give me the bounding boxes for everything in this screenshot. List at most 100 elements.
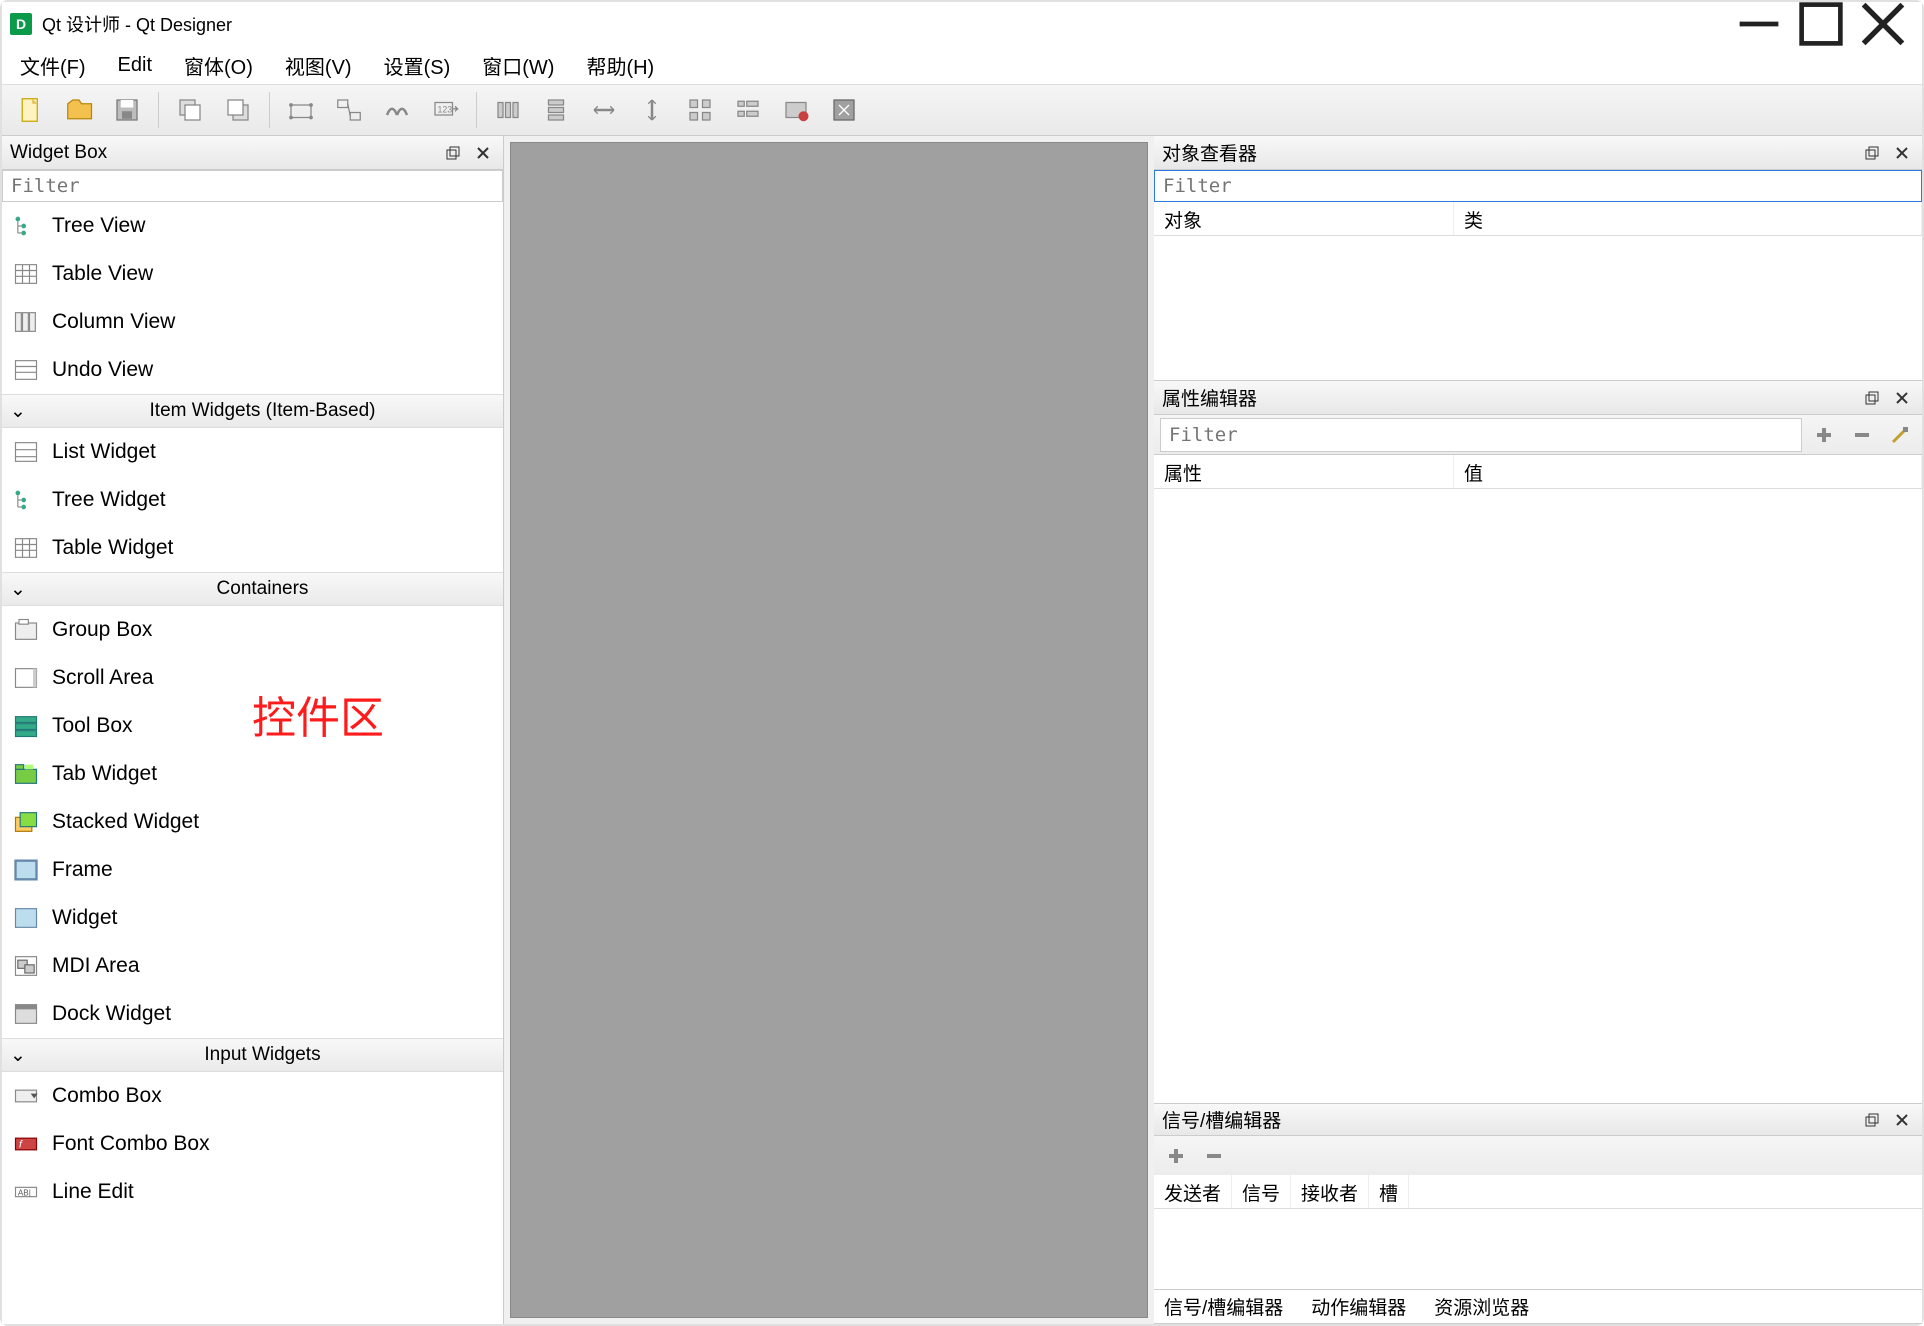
- add-property-icon[interactable]: [1808, 419, 1840, 451]
- signal-slot-body[interactable]: [1154, 1209, 1922, 1289]
- close-icon[interactable]: [1890, 141, 1914, 165]
- bring-front-button[interactable]: [217, 90, 259, 130]
- open-file-button[interactable]: [58, 90, 100, 130]
- property-editor-filter[interactable]: [1160, 418, 1802, 452]
- remove-connection-icon[interactable]: [1198, 1140, 1230, 1172]
- stacked-widget-icon: [12, 808, 40, 836]
- object-inspector-title: 对象查看器: [1162, 139, 1854, 166]
- undock-icon[interactable]: [1860, 141, 1884, 165]
- close-icon[interactable]: [471, 141, 495, 165]
- col-slot[interactable]: 槽: [1369, 1175, 1409, 1208]
- tab-resource-browser[interactable]: 资源浏览器: [1434, 1293, 1529, 1320]
- widget-item[interactable]: Dock Widget: [2, 990, 503, 1038]
- menu-settings[interactable]: 设置(S): [378, 49, 457, 82]
- widget-item[interactable]: Tab Widget: [2, 750, 503, 798]
- edit-widgets-button[interactable]: [280, 90, 322, 130]
- edit-buddies-button[interactable]: [376, 90, 418, 130]
- undock-icon[interactable]: [1860, 1108, 1884, 1132]
- layout-form-button[interactable]: [727, 90, 769, 130]
- widget-item[interactable]: List Widget: [2, 428, 503, 476]
- title-bar: D Qt 设计师 - Qt Designer: [2, 2, 1922, 46]
- undock-icon[interactable]: [1860, 386, 1884, 410]
- col-property[interactable]: 属性: [1154, 455, 1454, 488]
- new-file-button[interactable]: [10, 90, 52, 130]
- widget-item[interactable]: MDI Area: [2, 942, 503, 990]
- scroll-area-icon: [12, 664, 40, 692]
- widget-item[interactable]: Column View: [2, 298, 503, 346]
- widget-item-label: Tree View: [52, 214, 145, 238]
- undock-icon[interactable]: [441, 141, 465, 165]
- col-signal[interactable]: 信号: [1232, 1175, 1291, 1208]
- widget-item[interactable]: AB|Line Edit: [2, 1168, 503, 1216]
- group-box-icon: [12, 616, 40, 644]
- close-icon[interactable]: [1890, 386, 1914, 410]
- layout-hsplitter-button[interactable]: [583, 90, 625, 130]
- maximize-button[interactable]: [1790, 3, 1852, 45]
- menu-file[interactable]: 文件(F): [14, 49, 92, 82]
- object-inspector-body[interactable]: [1154, 236, 1922, 380]
- widget-item[interactable]: Widget: [2, 894, 503, 942]
- widget-category[interactable]: ⌄Containers: [2, 572, 503, 606]
- widget-tree[interactable]: Tree ViewTable ViewColumn ViewUndo View⌄…: [2, 202, 503, 1324]
- widget-item[interactable]: Group Box: [2, 606, 503, 654]
- edit-signals-button[interactable]: [328, 90, 370, 130]
- menu-help[interactable]: 帮助(H): [580, 49, 660, 82]
- widget-item[interactable]: Scroll Area: [2, 654, 503, 702]
- send-back-button[interactable]: [169, 90, 211, 130]
- chevron-down-icon: ⌄: [8, 1044, 28, 1067]
- widget-item-label: Font Combo Box: [52, 1132, 210, 1156]
- save-file-button[interactable]: [106, 90, 148, 130]
- property-editor-panel: 属性编辑器 属性 值: [1154, 381, 1922, 1104]
- add-connection-icon[interactable]: [1160, 1140, 1192, 1172]
- widget-box-filter[interactable]: [2, 170, 503, 202]
- remove-property-icon[interactable]: [1846, 419, 1878, 451]
- layout-vsplitter-button[interactable]: [631, 90, 673, 130]
- close-icon[interactable]: [1890, 1108, 1914, 1132]
- break-layout-button[interactable]: [775, 90, 817, 130]
- widget-item[interactable]: Table View: [2, 250, 503, 298]
- close-button[interactable]: [1852, 3, 1914, 45]
- widget-category[interactable]: ⌄Item Widgets (Item-Based): [2, 394, 503, 428]
- col-value[interactable]: 值: [1454, 455, 1922, 488]
- layout-hbox-button[interactable]: [487, 90, 529, 130]
- widget-item[interactable]: Tree View: [2, 202, 503, 250]
- dock-widget-icon: [12, 1000, 40, 1028]
- tab-action-editor[interactable]: 动作编辑器: [1311, 1293, 1406, 1320]
- col-sender[interactable]: 发送者: [1154, 1175, 1232, 1208]
- widget-item-label: List Widget: [52, 440, 156, 464]
- category-label: Input Widgets: [28, 1044, 497, 1066]
- widget-item[interactable]: Undo View: [2, 346, 503, 394]
- svg-text:AB|: AB|: [18, 1189, 31, 1198]
- widget-item[interactable]: Combo Box: [2, 1072, 503, 1120]
- widget-item-label: MDI Area: [52, 954, 140, 978]
- widget-category[interactable]: ⌄Input Widgets: [2, 1038, 503, 1072]
- col-object[interactable]: 对象: [1154, 202, 1454, 235]
- minimize-button[interactable]: [1728, 3, 1790, 45]
- form-canvas[interactable]: [510, 142, 1148, 1318]
- tab-signal-slot[interactable]: 信号/槽编辑器: [1164, 1293, 1283, 1320]
- widget-item[interactable]: fFont Combo Box: [2, 1120, 503, 1168]
- menu-view[interactable]: 视图(V): [279, 49, 358, 82]
- object-inspector-filter[interactable]: [1154, 170, 1922, 202]
- property-editor-body[interactable]: [1154, 489, 1922, 1103]
- tool-box-icon: [12, 712, 40, 740]
- layout-vbox-button[interactable]: [535, 90, 577, 130]
- widget-item[interactable]: Tree Widget: [2, 476, 503, 524]
- widget-item-label: Tool Box: [52, 714, 133, 738]
- combo-box-icon: [12, 1082, 40, 1110]
- widget-item[interactable]: Frame: [2, 846, 503, 894]
- col-class[interactable]: 类: [1454, 202, 1922, 235]
- widget-item[interactable]: Stacked Widget: [2, 798, 503, 846]
- widget-item[interactable]: Table Widget: [2, 524, 503, 572]
- layout-grid-button[interactable]: [679, 90, 721, 130]
- menu-edit[interactable]: Edit: [112, 52, 158, 79]
- col-receiver[interactable]: 接收者: [1291, 1175, 1369, 1208]
- adjust-size-button[interactable]: [823, 90, 865, 130]
- edit-tab-order-button[interactable]: 123: [424, 90, 466, 130]
- menu-form[interactable]: 窗体(O): [178, 49, 259, 82]
- widget-item[interactable]: Tool Box: [2, 702, 503, 750]
- window-controls: [1728, 3, 1914, 45]
- right-panels: 对象查看器 对象 类 属性编辑器: [1154, 136, 1922, 1324]
- menu-window[interactable]: 窗口(W): [476, 49, 560, 82]
- settings-icon[interactable]: [1884, 419, 1916, 451]
